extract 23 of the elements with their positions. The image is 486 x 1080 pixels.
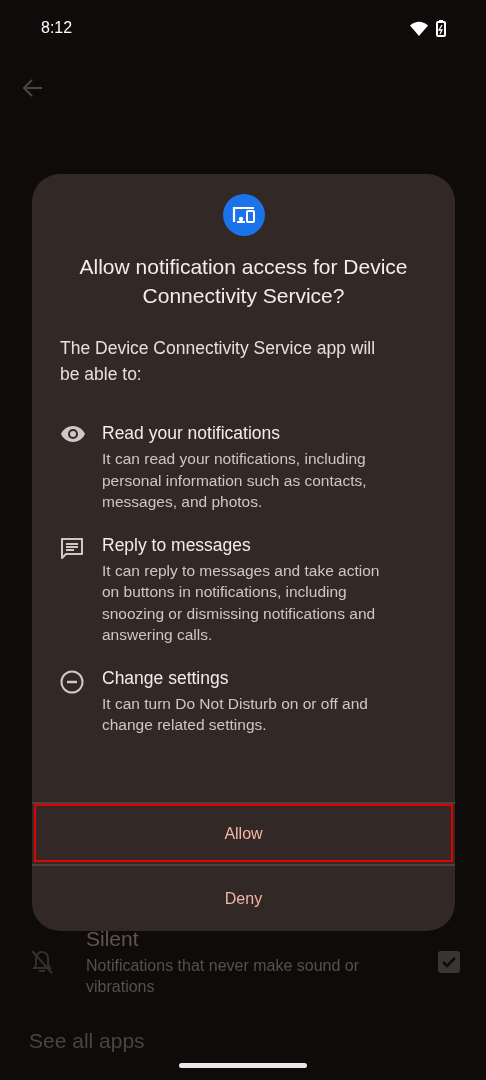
dialog-button[interactable]: Allow	[32, 802, 455, 864]
permission-description: It can turn Do Not Disturb on or off and change related settings.	[102, 693, 369, 735]
bell-off-icon	[30, 949, 54, 975]
permission-title: Reply to messages	[102, 534, 252, 556]
eye-icon	[60, 425, 86, 443]
battery-icon	[436, 19, 446, 37]
minus-circle-icon	[60, 669, 84, 694]
checkbox[interactable]	[438, 951, 460, 973]
dialog-title: Allow notification access for Device Connectivity Service?	[78, 254, 409, 309]
permission-title: Change settings	[102, 667, 230, 689]
back-arrow-icon[interactable]	[23, 79, 43, 97]
home-handle[interactable]	[179, 1063, 307, 1068]
row-description: Notifications that never make sound or vibrations	[86, 956, 361, 997]
status-time: 8:12	[41, 19, 73, 37]
permission-description: It can reply to messages and take action on buttons in notifications, including snoozing or dismissing notifications and answering calls.	[102, 560, 381, 645]
app-icon	[222, 194, 265, 236]
message-icon	[60, 536, 84, 561]
permission-description: It can read your notifications, including personal information such as contacts, messages, and photos.	[102, 449, 368, 512]
wifi-icon	[410, 20, 428, 36]
dialog-intro: The Device Connectivity Service app will be able to:	[60, 337, 377, 386]
checkmark-icon	[441, 954, 457, 970]
dialog-button[interactable]: Deny	[32, 864, 455, 931]
permission-title: Read your notifications	[102, 423, 282, 444]
